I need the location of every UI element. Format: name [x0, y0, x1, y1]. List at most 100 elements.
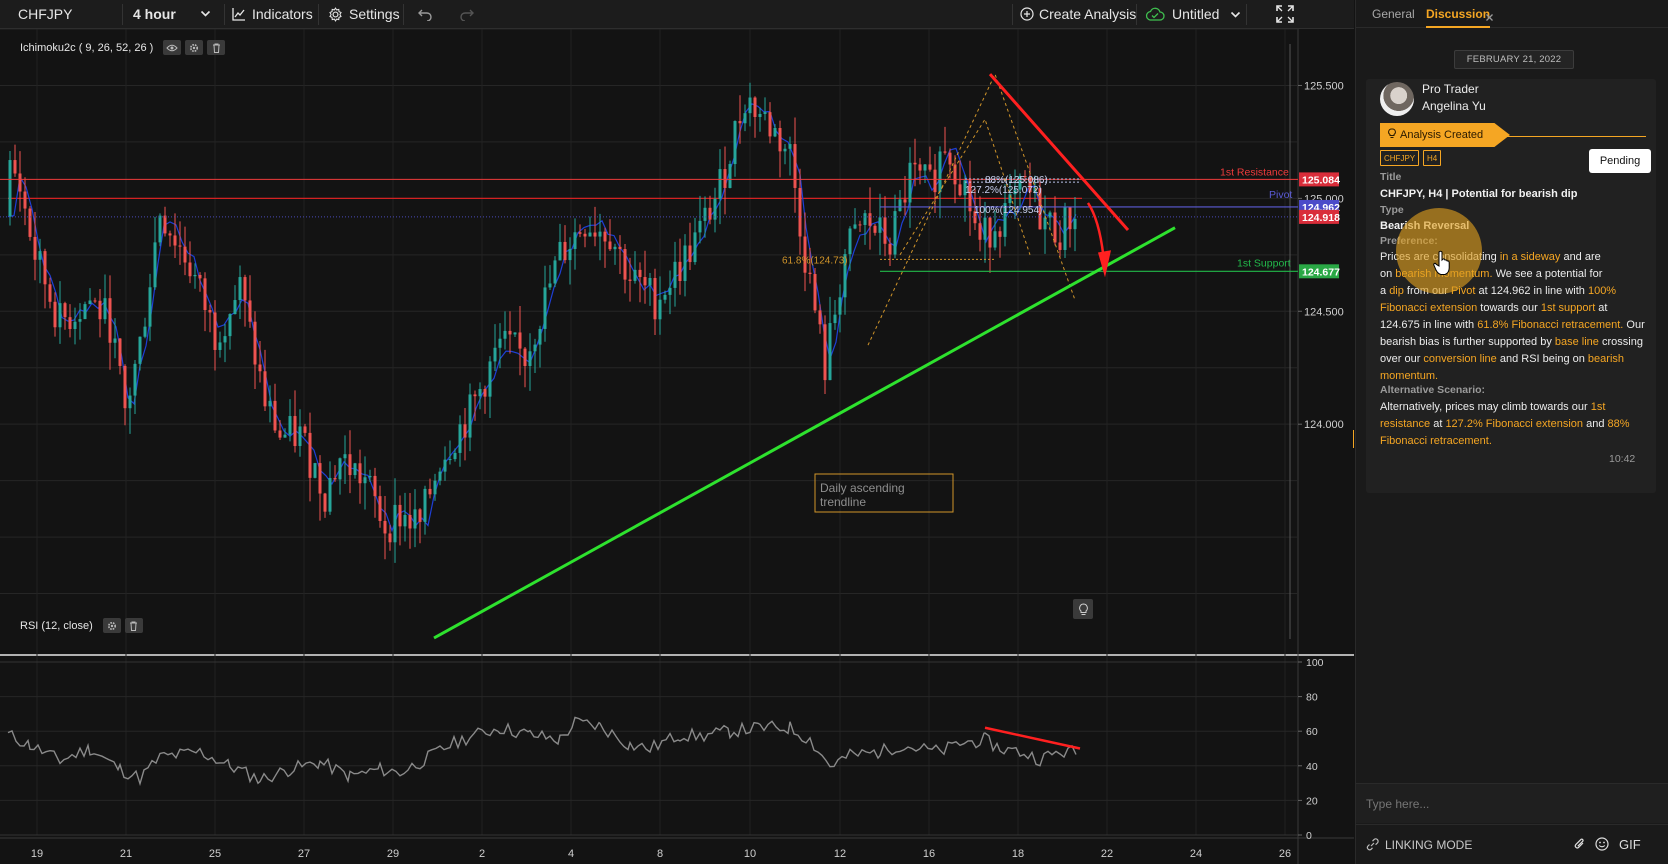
candle-body	[723, 169, 727, 188]
pending-button[interactable]: Pending	[1589, 149, 1651, 173]
eye-icon[interactable]	[163, 40, 182, 55]
layout-selector[interactable]: Untitled	[1145, 0, 1241, 28]
emoji-icon[interactable]	[1595, 837, 1609, 856]
tab-discussion[interactable]: Discussion	[1426, 7, 1491, 28]
candle-body	[638, 269, 642, 278]
candle-body	[393, 504, 397, 543]
create-analysis-button[interactable]: Create Analysis	[1020, 0, 1136, 28]
candle-body	[808, 272, 812, 275]
settings-button[interactable]: Settings	[328, 0, 400, 28]
candle-body	[488, 361, 492, 397]
undo-icon	[417, 7, 433, 21]
candle-body	[918, 164, 922, 171]
candle-body	[988, 217, 992, 248]
candle-body	[833, 314, 837, 324]
candle-body	[473, 394, 477, 397]
candle-body	[868, 213, 872, 226]
candle-body	[893, 211, 897, 255]
candle-body	[908, 162, 912, 203]
undo-button[interactable]	[417, 0, 433, 28]
trash-icon[interactable]	[124, 618, 143, 633]
interval-selector[interactable]: 4 hour	[133, 0, 221, 28]
time-tick-label: 2	[479, 848, 485, 860]
highlighted-text: 127.2% Fibonacci extension	[1445, 418, 1584, 430]
candle-body	[328, 477, 332, 512]
candle-body	[353, 463, 357, 476]
cloud-check-icon	[1145, 7, 1165, 21]
fib-label: 61.8%(124.73)	[782, 255, 848, 266]
candle-body	[1058, 242, 1062, 250]
candle-body	[983, 217, 987, 240]
ichimoku-label: Ichimoku2c ( 9, 26, 52, 26 )	[20, 41, 154, 54]
candle-body	[838, 297, 842, 315]
candle-body	[63, 303, 67, 318]
highlighted-text: 1st support	[1540, 302, 1596, 314]
status-line	[1506, 136, 1646, 137]
avatar	[1380, 82, 1414, 116]
tab-general[interactable]: General	[1372, 7, 1415, 21]
author-name: Angelina Yu	[1422, 99, 1486, 113]
text-line: over our conversion line and RSI being o…	[1380, 350, 1624, 368]
fib-label: 127.2%(125.072)	[965, 185, 1042, 196]
linking-mode-label[interactable]: LINKING MODE	[1385, 838, 1472, 852]
chart-canvas[interactable]: 88%(125.086)127.2%(125.072)100%(124.954)…	[0, 29, 1354, 864]
fullscreen-button[interactable]	[1276, 0, 1294, 28]
linking-mode-icon[interactable]	[1366, 838, 1379, 856]
annotation-text: Daily ascending	[820, 481, 905, 495]
candle-body	[268, 400, 272, 407]
plain-text: on	[1380, 268, 1396, 280]
candle-body	[503, 330, 507, 339]
chart-area[interactable]: 88%(125.086) 127.2%(125.072) 100%(124.954)…	[0, 29, 1354, 864]
candle-body	[823, 324, 827, 381]
rsi-label: RSI (12, close)	[20, 619, 93, 632]
plain-text: Alternatively, prices may climb towards …	[1380, 401, 1591, 413]
candle-body	[423, 488, 427, 522]
candle-body	[633, 269, 637, 281]
symbol-selector[interactable]: CHFJPY	[18, 0, 72, 28]
discussion-panel: General Discussion FEBRUARY 21, 2022 Pro…	[1355, 0, 1668, 864]
candle-body	[783, 148, 787, 152]
candle-body	[68, 317, 72, 329]
candle-body	[818, 310, 822, 325]
candle-body	[108, 298, 112, 343]
resistance-label: 1st Resistance	[1220, 166, 1289, 178]
candle-body	[913, 162, 917, 165]
plain-text: We see a potential for	[1492, 268, 1603, 280]
redo-button[interactable]	[459, 0, 475, 28]
gear-icon[interactable]	[102, 618, 121, 633]
close-icon[interactable]	[1485, 9, 1494, 27]
gear-icon[interactable]	[185, 40, 204, 55]
text-line: Alternatively, prices may climb towards …	[1380, 398, 1605, 416]
candle-body	[288, 416, 292, 435]
price-tick-label: 125.500	[1304, 80, 1344, 92]
candle-body	[128, 395, 132, 409]
time-tick-label: 12	[834, 848, 846, 860]
plain-text: and RSI being on	[1496, 353, 1588, 365]
candle-body	[88, 300, 92, 305]
time-tick-label: 4	[568, 848, 574, 860]
status-label: Analysis Created	[1400, 129, 1484, 141]
candle-body	[728, 164, 732, 188]
candle-body	[203, 278, 207, 311]
candle-body	[493, 347, 497, 362]
indicators-button[interactable]: Indicators	[232, 0, 313, 28]
gif-button[interactable]: GIF	[1619, 837, 1641, 852]
message-input[interactable]	[1366, 794, 1656, 814]
candle-body	[518, 332, 522, 349]
candle-body	[73, 321, 77, 329]
candle-body	[238, 277, 242, 301]
candle-body	[103, 298, 107, 320]
paperclip-icon[interactable]	[1573, 837, 1586, 857]
candle-body	[428, 488, 432, 495]
candle-body	[448, 459, 452, 461]
trash-icon[interactable]	[207, 40, 226, 55]
panel-tabs: General Discussion	[1356, 0, 1668, 28]
lightbulb-icon[interactable]	[1073, 599, 1093, 619]
time-tick-label: 16	[923, 848, 935, 860]
candle-body	[293, 416, 297, 447]
candle-body	[273, 400, 277, 431]
candle-body	[433, 480, 437, 495]
highlighted-text: 88%	[1607, 418, 1630, 430]
candle-body	[43, 251, 47, 285]
candle-body	[1043, 217, 1047, 230]
